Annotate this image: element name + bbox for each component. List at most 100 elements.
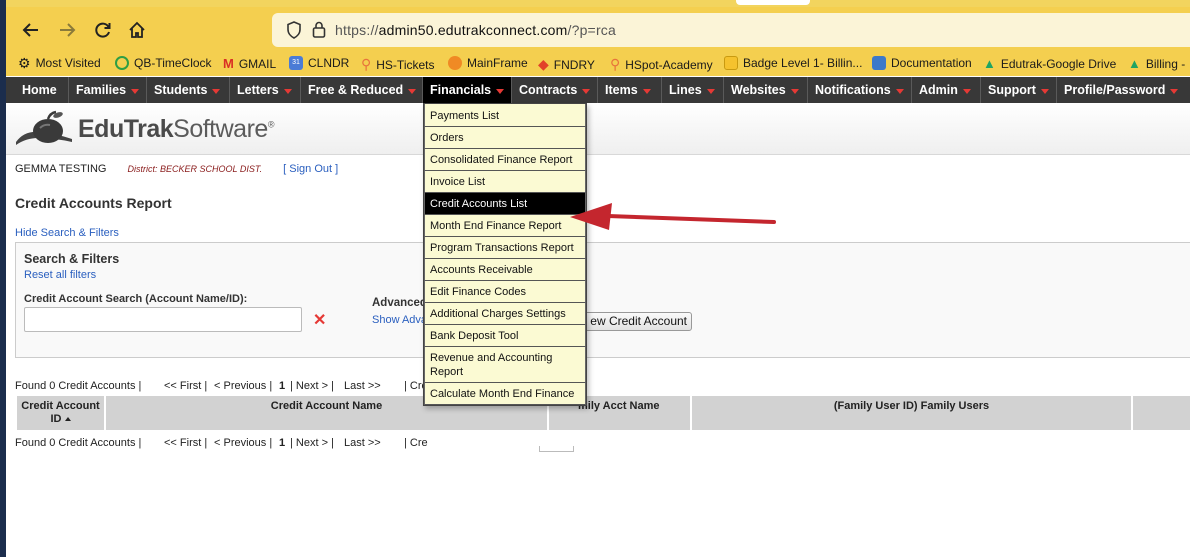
home-icon (129, 21, 145, 38)
bookmark-qb-timeclock[interactable]: QB-TimeClock (115, 56, 212, 70)
home-button[interactable] (124, 17, 150, 43)
menu-item-program-transactions-report[interactable]: Program Transactions Report (424, 237, 586, 259)
url-prefix: https:// (335, 22, 379, 38)
drive-icon: ▲ (1128, 56, 1141, 71)
nav-items[interactable]: Items (598, 77, 662, 103)
bookmark-gmail[interactable]: M GMAIL (223, 56, 276, 71)
sign-out-link[interactable]: [ Sign Out ] (283, 163, 338, 175)
menu-item-additional-charges-settings[interactable]: Additional Charges Settings (424, 303, 586, 325)
bookmark-documentation[interactable]: Documentation (872, 56, 972, 70)
nav-letters[interactable]: Letters (230, 77, 301, 103)
edutrak-logo[interactable]: EduTrakSoftware® (14, 109, 274, 149)
url-host: admin50.edutrakconnect.com (378, 22, 568, 38)
apple-logo-icon (16, 110, 72, 145)
reload-button[interactable] (90, 17, 116, 43)
column-extra (1133, 396, 1190, 430)
menu-item-consolidated-finance-report[interactable]: Consolidated Finance Report (424, 149, 586, 171)
bookmark-badge-level[interactable]: Badge Level 1- Billin... (724, 56, 862, 70)
advanced-label: Advanced (372, 297, 427, 309)
first-page-link[interactable]: << First | (164, 437, 207, 449)
caret-down-icon (582, 89, 591, 94)
nav-label: Families (76, 83, 127, 97)
nav-label: Websites (731, 83, 786, 97)
menu-item-accounts-receivable[interactable]: Accounts Receivable (424, 259, 586, 281)
page-size-select[interactable] (539, 446, 574, 452)
bookmark-fndry[interactable]: ◆ FNDRY (538, 56, 595, 73)
nav-websites[interactable]: Websites (724, 77, 808, 103)
menu-item-calculate-month-end-finance[interactable]: Calculate Month End Finance (424, 383, 586, 405)
nav-families[interactable]: Families (69, 77, 147, 103)
show-advanced-link[interactable]: Show Adva (372, 314, 427, 326)
user-name: GEMMA TESTING (15, 163, 107, 175)
nav-profile-password[interactable]: Profile/Password (1057, 77, 1190, 103)
hubspot-icon: ⚲ (610, 56, 621, 72)
bookmark-label: Most Visited (35, 56, 101, 70)
column-credit-account-id[interactable]: Credit Account ID (17, 396, 106, 430)
next-page-link[interactable]: | Next > | (290, 437, 334, 449)
clear-search-icon[interactable]: ✕ (313, 310, 326, 330)
hide-filters-link[interactable]: Hide Search & Filters (15, 227, 119, 239)
annotation-arrow-icon (570, 203, 776, 230)
url-text[interactable]: https://admin50.edutrakconnect.com/?p=rc… (335, 22, 616, 38)
address-bar[interactable]: https://admin50.edutrakconnect.com/?p=rc… (272, 13, 1190, 47)
browser-tab[interactable] (736, 0, 810, 5)
last-page-link[interactable]: Last >> (344, 380, 381, 392)
menu-item-bank-deposit-tool[interactable]: Bank Deposit Tool (424, 325, 586, 347)
url-path: /?p=rca (567, 22, 616, 38)
credit-account-search-input[interactable] (24, 307, 302, 332)
shield-icon[interactable] (286, 21, 302, 39)
lock-icon[interactable] (312, 21, 326, 38)
menu-item-payments-list[interactable]: Payments List (424, 104, 586, 127)
nav-lines[interactable]: Lines (662, 77, 724, 103)
reset-filters-link[interactable]: Reset all filters (24, 269, 96, 281)
bookmark-label: Edutrak-Google Drive (1000, 56, 1117, 71)
next-page-link[interactable]: | Next > | (290, 380, 334, 392)
menu-item-invoice-list[interactable]: Invoice List (424, 171, 586, 193)
current-page: 1 (279, 437, 286, 449)
bookmark-mainframe[interactable]: MainFrame (448, 56, 528, 70)
nav-financials[interactable]: Financials (423, 77, 512, 103)
first-page-link[interactable]: << First | (164, 380, 207, 392)
bookmark-clndr[interactable]: 31 CLNDR (289, 56, 349, 70)
last-page-link[interactable]: Last >> (344, 437, 381, 449)
column-label: Credit Account Name (270, 400, 383, 412)
bookmark-label: MainFrame (467, 56, 528, 70)
search-label: Credit Account Search (Account Name/ID): (24, 293, 248, 305)
bookmark-label: QB-TimeClock (134, 56, 212, 70)
menu-item-orders[interactable]: Orders (424, 127, 586, 149)
menu-item-revenue-accounting-report[interactable]: Revenue and Accounting Report (424, 347, 586, 383)
nav-contracts[interactable]: Contracts (512, 77, 598, 103)
nav-admin[interactable]: Admin (912, 77, 981, 103)
menu-item-edit-finance-codes[interactable]: Edit Finance Codes (424, 281, 586, 303)
bookmark-label: HS-Tickets (376, 57, 435, 72)
bookmark-billing[interactable]: ▲ Billing - (1128, 56, 1185, 71)
bookmark-most-visited[interactable]: ⚙ Most Visited (18, 56, 101, 70)
bookmark-label: HSpot-Academy (625, 57, 713, 72)
main-nav: Home Families Students Letters Free & Re… (6, 77, 1190, 103)
nav-students[interactable]: Students (147, 77, 230, 103)
nav-home[interactable]: Home (15, 77, 69, 103)
browser-tab-strip (0, 0, 1190, 7)
caret-down-icon (790, 89, 799, 94)
logo-text-bold: EduTrak (78, 114, 174, 143)
nav-notifications[interactable]: Notifications (808, 77, 912, 103)
nav-label: Home (22, 83, 57, 97)
forward-button[interactable] (54, 17, 80, 43)
nav-free-reduced[interactable]: Free & Reduced (301, 77, 423, 103)
page-title: Credit Accounts Report (15, 195, 172, 211)
back-button[interactable] (18, 17, 44, 43)
bookmark-hs-tickets[interactable]: ⚲ HS-Tickets (361, 56, 435, 73)
drive-icon: ▲ (983, 56, 996, 71)
column-family-users[interactable]: (Family User ID) Family Users (692, 396, 1133, 430)
bookmark-edutrak-drive[interactable]: ▲ Edutrak-Google Drive (983, 56, 1116, 71)
column-label: (Family User ID) Family Users (833, 400, 990, 412)
previous-page-link[interactable]: < Previous | (214, 380, 272, 392)
nav-label: Support (988, 83, 1036, 97)
new-credit-account-button[interactable]: ew Credit Account (579, 312, 692, 331)
nav-label: Notifications (815, 83, 891, 97)
nav-label: Admin (919, 83, 958, 97)
registered-mark: ® (267, 119, 275, 130)
bookmark-hspot-academy[interactable]: ⚲ HSpot-Academy (610, 56, 713, 73)
nav-support[interactable]: Support (981, 77, 1057, 103)
previous-page-link[interactable]: < Previous | (214, 437, 272, 449)
